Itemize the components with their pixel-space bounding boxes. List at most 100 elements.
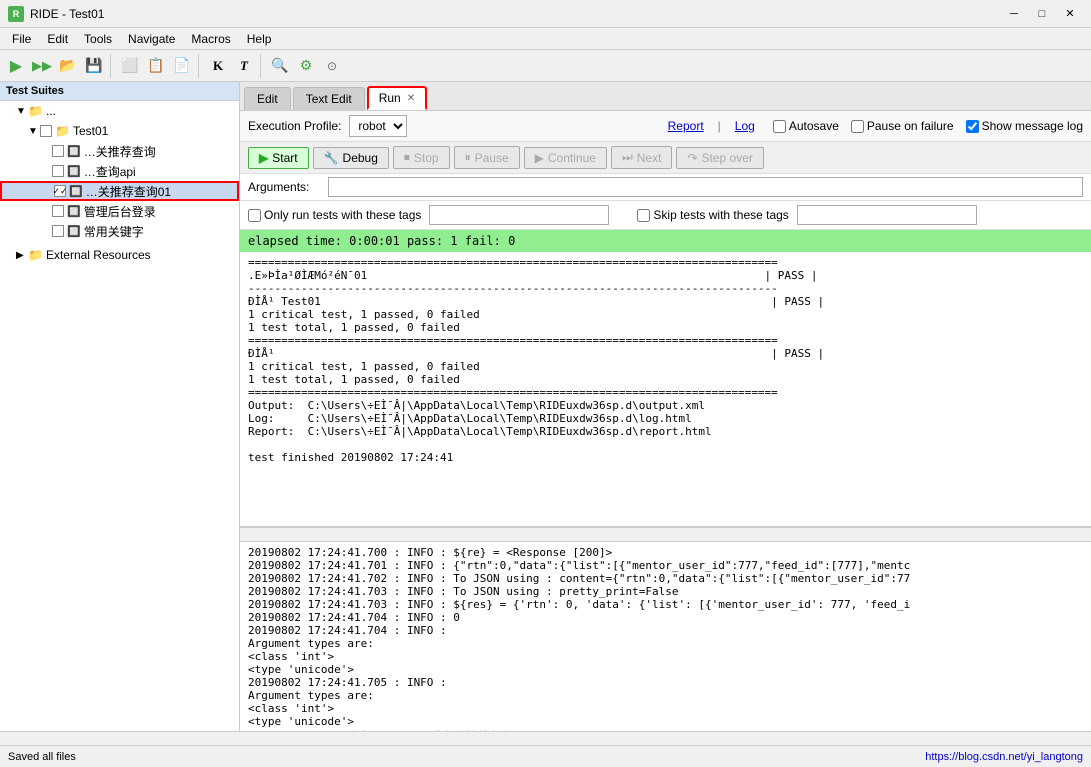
pause-icon: ⏸ <box>465 150 471 165</box>
debug-button[interactable]: 🔧 Debug <box>313 147 389 169</box>
sidebar-item-keywords[interactable]: ▶ 🔲 常用关键字 <box>0 221 239 241</box>
exec-profile-label: Execution Profile: <box>248 119 341 133</box>
continue-icon: ▶ <box>535 151 544 165</box>
show-message-log-checkbox[interactable] <box>966 120 979 133</box>
toolbar-new-button[interactable]: ⬜ <box>118 54 142 78</box>
only-run-tags-input[interactable] <box>429 205 609 225</box>
output-hscroll[interactable] <box>240 527 1091 541</box>
execution-profile-row: Execution Profile: robot Report | Log Au… <box>240 111 1091 142</box>
content-area: Edit Text Edit Run ✕ Execution Profile: … <box>240 82 1091 745</box>
tags-row: Only run tests with these tags Skip test… <box>240 201 1091 230</box>
report-link[interactable]: Report <box>668 119 706 133</box>
run-status-bar: elapsed time: 0:00:01 pass: 1 fail: 0 <box>240 230 1091 252</box>
menu-navigate[interactable]: Navigate <box>120 30 183 48</box>
tab-text-edit[interactable]: Text Edit <box>293 87 365 110</box>
toolbar-k-button[interactable]: K <box>206 54 230 78</box>
step-over-icon: ↷ <box>687 151 697 165</box>
sidebar-item-api[interactable]: ▶ 🔲 …查询api <box>0 161 239 181</box>
status-bar: Saved all files https://blog.csdn.net/yi… <box>0 745 1091 767</box>
log-hscroll[interactable] <box>240 731 1091 745</box>
only-run-label: Only run tests with these tags <box>264 208 421 222</box>
only-run-tags-check: Only run tests with these tags <box>248 208 421 222</box>
sidebar-item-root[interactable]: ▼ 📁 ... <box>0 101 239 121</box>
sidebar-header: Test Suites <box>0 82 239 101</box>
continue-button[interactable]: ▶ Continue <box>524 147 607 169</box>
log-area[interactable]: 20190802 17:24:41.700 : INFO : ${re} = <… <box>240 541 1091 731</box>
arguments-row: Arguments: <box>240 174 1091 201</box>
toolbar-run-all-button[interactable]: ▶▶ <box>30 54 54 78</box>
title-bar: R RIDE - Test01 ─ □ ✕ <box>0 0 1091 28</box>
main-area: Test Suites ▼ 📁 ... ▼ 📁 Test01 ▶ 🔲 …关推荐查… <box>0 82 1091 745</box>
sidebar-checkbox-guantui[interactable] <box>52 145 64 157</box>
status-left: Saved all files <box>8 751 76 763</box>
pause-on-failure-checkbox[interactable] <box>851 120 864 133</box>
menu-file[interactable]: File <box>4 30 39 48</box>
sidebar-item-test01[interactable]: ▼ 📁 Test01 <box>0 121 239 141</box>
sidebar-checkbox-guantui01[interactable]: ✓ <box>54 185 66 197</box>
toolbar-save-button[interactable]: 💾 <box>82 54 106 78</box>
close-button[interactable]: ✕ <box>1057 4 1083 24</box>
next-icon: ⏭ <box>622 150 633 165</box>
step-over-button[interactable]: ↷ Step over <box>676 147 763 169</box>
skip-tests-check: Skip tests with these tags <box>637 208 788 222</box>
sidebar-checkbox-test01[interactable] <box>40 125 52 137</box>
run-panel: Execution Profile: robot Report | Log Au… <box>240 111 1091 745</box>
sidebar-item-guantui[interactable]: ▶ 🔲 …关推荐查询 <box>0 141 239 161</box>
exec-options: Report | Log Autosave Pause on failure S… <box>668 119 1083 133</box>
output-area[interactable]: ========================================… <box>240 252 1091 527</box>
toolbar: ▶ ▶▶ 📂 💾 ⬜ 📋 📄 K T 🔍 ⚙ ⊙ <box>0 50 1091 82</box>
toolbar-open-button[interactable]: 📂 <box>56 54 80 78</box>
next-button[interactable]: ⏭ Next <box>611 146 673 169</box>
menu-bar: File Edit Tools Navigate Macros Help <box>0 28 1091 50</box>
tab-bar: Edit Text Edit Run ✕ <box>240 82 1091 111</box>
toolbar-search-button[interactable]: 🔍 <box>268 54 292 78</box>
pause-on-failure-label: Pause on failure <box>867 119 954 133</box>
sidebar-checkbox-admin[interactable] <box>52 205 64 217</box>
run-toolbar: ▶ Start 🔧 Debug ⏹ Stop ⏸ Pause ▶ Cont <box>240 142 1091 174</box>
window-title: RIDE - Test01 <box>30 7 104 21</box>
sidebar-checkbox-api[interactable] <box>52 165 64 177</box>
skip-tests-label: Skip tests with these tags <box>653 208 788 222</box>
show-message-log-label: Show message log <box>982 119 1083 133</box>
exec-profile-select[interactable]: robot <box>349 115 407 137</box>
autosave-label: Autosave <box>789 119 839 133</box>
sidebar-item-external[interactable]: ▶ 📁 External Resources <box>0 245 239 265</box>
sidebar-item-admin[interactable]: ▶ 🔲 管理后台登录 <box>0 201 239 221</box>
toolbar-run-button[interactable]: ▶ <box>4 54 28 78</box>
pause-button[interactable]: ⏸ Pause <box>454 146 520 169</box>
window-controls: ─ □ ✕ <box>1001 4 1083 24</box>
toolbar-t-button[interactable]: T <box>232 54 256 78</box>
skip-tests-checkbox[interactable] <box>637 209 650 222</box>
log-link[interactable]: Log <box>735 119 761 133</box>
stop-icon: ⏹ <box>404 150 410 165</box>
toolbar-paste-button[interactable]: 📄 <box>170 54 194 78</box>
arguments-label: Arguments: <box>248 180 328 194</box>
sidebar-item-guantui01[interactable]: ▶ ✓ 🔲 …关推荐查询01 <box>0 181 239 201</box>
menu-macros[interactable]: Macros <box>183 30 238 48</box>
tab-run[interactable]: Run ✕ <box>367 86 427 110</box>
app-icon: R <box>8 6 24 22</box>
menu-tools[interactable]: Tools <box>76 30 120 48</box>
menu-edit[interactable]: Edit <box>39 30 76 48</box>
menu-help[interactable]: Help <box>239 30 280 48</box>
tab-run-close[interactable]: ✕ <box>407 93 415 104</box>
output-text: ========================================… <box>248 256 1083 464</box>
maximize-button[interactable]: □ <box>1029 4 1055 24</box>
arguments-input[interactable] <box>328 177 1083 197</box>
sidebar-hscroll[interactable] <box>0 731 240 745</box>
start-button[interactable]: ▶ Start <box>248 147 309 169</box>
minimize-button[interactable]: ─ <box>1001 4 1027 24</box>
toolbar-settings-button[interactable]: ⚙ <box>294 54 318 78</box>
status-right: https://blog.csdn.net/yi_langtong <box>925 751 1083 763</box>
toolbar-copy-button[interactable]: 📋 <box>144 54 168 78</box>
toolbar-extra-button[interactable]: ⊙ <box>320 54 344 78</box>
tab-edit[interactable]: Edit <box>244 87 291 110</box>
autosave-checkbox[interactable] <box>773 120 786 133</box>
start-icon: ▶ <box>259 151 268 165</box>
only-run-checkbox[interactable] <box>248 209 261 222</box>
debug-icon: 🔧 <box>324 151 339 165</box>
log-text: 20190802 17:24:41.700 : INFO : ${re} = <… <box>248 546 1083 731</box>
skip-tests-input[interactable] <box>797 205 977 225</box>
sidebar-checkbox-keywords[interactable] <box>52 225 64 237</box>
stop-button[interactable]: ⏹ Stop <box>393 146 450 169</box>
